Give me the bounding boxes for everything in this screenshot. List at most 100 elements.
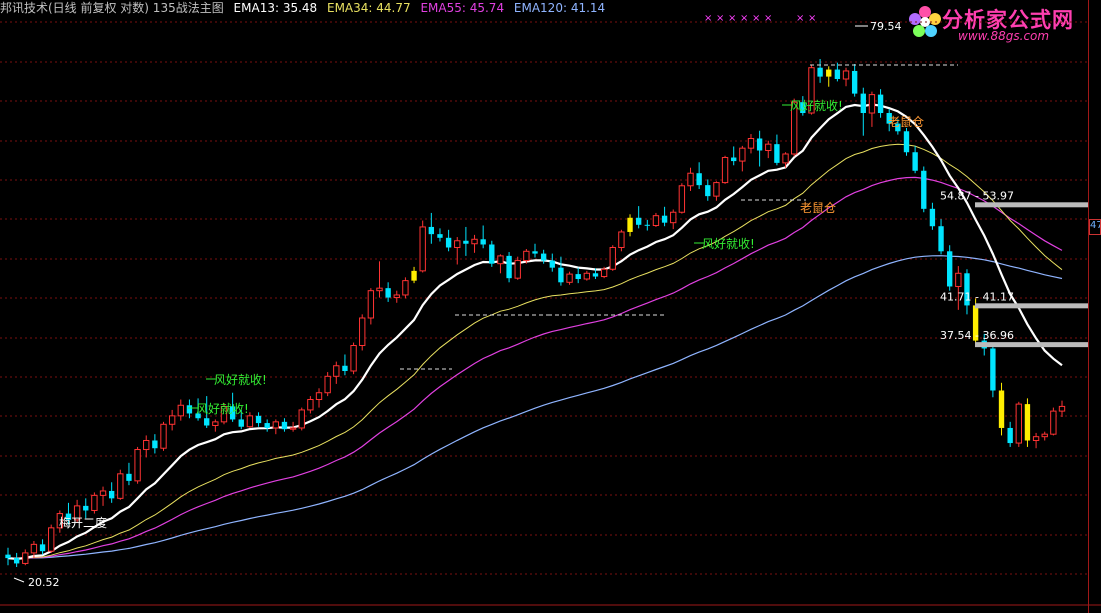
candle-body (30, 543, 38, 554)
candle-body (903, 131, 910, 153)
candle-body (705, 185, 711, 197)
candle-body (1050, 410, 1057, 435)
ema13-line (7, 103, 1063, 561)
candle-body (558, 267, 564, 283)
candle-body (826, 69, 832, 77)
candle-body (489, 244, 495, 264)
candle-body (168, 415, 176, 425)
top-marker: × (808, 13, 816, 24)
ema55-line (7, 176, 1063, 559)
ema120-line (7, 255, 1063, 559)
candle-body (731, 157, 737, 162)
candle-body (419, 226, 426, 272)
candle-body (506, 255, 512, 279)
candle-body (1041, 433, 1048, 438)
low-price-pointer (13, 577, 25, 583)
candle-body (298, 409, 305, 429)
candle-body (842, 70, 850, 80)
candle-body (402, 280, 409, 296)
candle-body (13, 558, 20, 564)
candle-body (774, 144, 780, 163)
candle-body (532, 251, 538, 254)
zone-bar (975, 342, 1088, 348)
candle-body (782, 153, 789, 164)
zone-label: 54.87 - 53.97 (940, 189, 1014, 202)
candle-body (687, 172, 694, 187)
candle-body (212, 421, 219, 427)
candle-body (1058, 405, 1066, 412)
candle-body (393, 294, 400, 299)
candle-body (868, 94, 876, 114)
candle-body (333, 365, 340, 377)
candle-body (5, 554, 11, 559)
low-price-label: 20.52 (28, 576, 60, 589)
candle-body (238, 419, 244, 427)
candle-body (342, 365, 348, 371)
candle-body (359, 317, 366, 347)
candle-body (713, 182, 720, 197)
candle-body (152, 440, 158, 449)
candle-body (350, 345, 357, 372)
top-marker: × (716, 13, 724, 24)
candle-body (324, 375, 331, 394)
candle-body (860, 93, 866, 114)
candle-body (747, 138, 755, 149)
candle-body (39, 544, 46, 552)
candle-body (834, 69, 841, 79)
signal-label: 风好就收! (702, 237, 755, 251)
candle-body (877, 94, 884, 114)
candle-body (376, 287, 383, 292)
candle-body (289, 427, 297, 430)
top-marker: × (740, 13, 748, 24)
candle-body (307, 399, 314, 411)
candle-body (817, 67, 823, 77)
candle-body (126, 473, 132, 481)
candle-body (445, 237, 452, 248)
candle-body (315, 392, 323, 401)
signal-label: 风好就收! (790, 99, 843, 113)
candle-body (661, 215, 668, 223)
candle-body (83, 505, 89, 511)
candle-body (721, 157, 729, 184)
candle-body (134, 449, 141, 482)
candle-body (91, 494, 98, 511)
candle-body (540, 253, 547, 261)
signal-label: 风好就收! (196, 402, 249, 416)
candle-body (1007, 427, 1013, 444)
candle-body (955, 272, 962, 287)
top-marker: × (752, 13, 760, 24)
candle-body (1024, 404, 1031, 441)
candle-body (575, 274, 581, 279)
candle-body (947, 251, 953, 287)
candle-body (255, 415, 262, 424)
candle-body (921, 170, 927, 209)
signal-label: 老鼠仓 (888, 115, 924, 129)
ema34-line (7, 143, 1063, 559)
candle-body (160, 423, 167, 449)
candle-body (246, 415, 254, 428)
top-marker: × (764, 13, 772, 24)
candle-body (143, 439, 150, 451)
signal-label: 梅开二度 (59, 515, 107, 530)
candle-body (670, 211, 677, 224)
candle-body (739, 147, 746, 162)
top-marker: × (796, 13, 804, 24)
candle-body (186, 405, 193, 414)
candle-body (99, 490, 107, 496)
candle-body (592, 273, 599, 277)
candle-body (696, 173, 702, 186)
candlestick-chart: 54.87 - 53.97 41.71 - 41.17 37.54 - 36.96 ×… (0, 0, 1101, 613)
high-price-label: 79.54 (870, 20, 902, 33)
candle-body (644, 224, 650, 226)
candle-body (998, 390, 1005, 428)
candle-body (583, 272, 591, 280)
candle-body (471, 238, 478, 245)
candle-body (514, 260, 521, 279)
signal-label: 风好就收! (214, 373, 267, 387)
candle-body (652, 215, 660, 227)
zone-bar (975, 202, 1088, 208)
candle-body (938, 226, 944, 252)
zone-label: 37.54 - 36.96 (940, 329, 1014, 342)
signal-label: 老鼠仓 (800, 201, 836, 215)
candle-body (117, 473, 124, 499)
